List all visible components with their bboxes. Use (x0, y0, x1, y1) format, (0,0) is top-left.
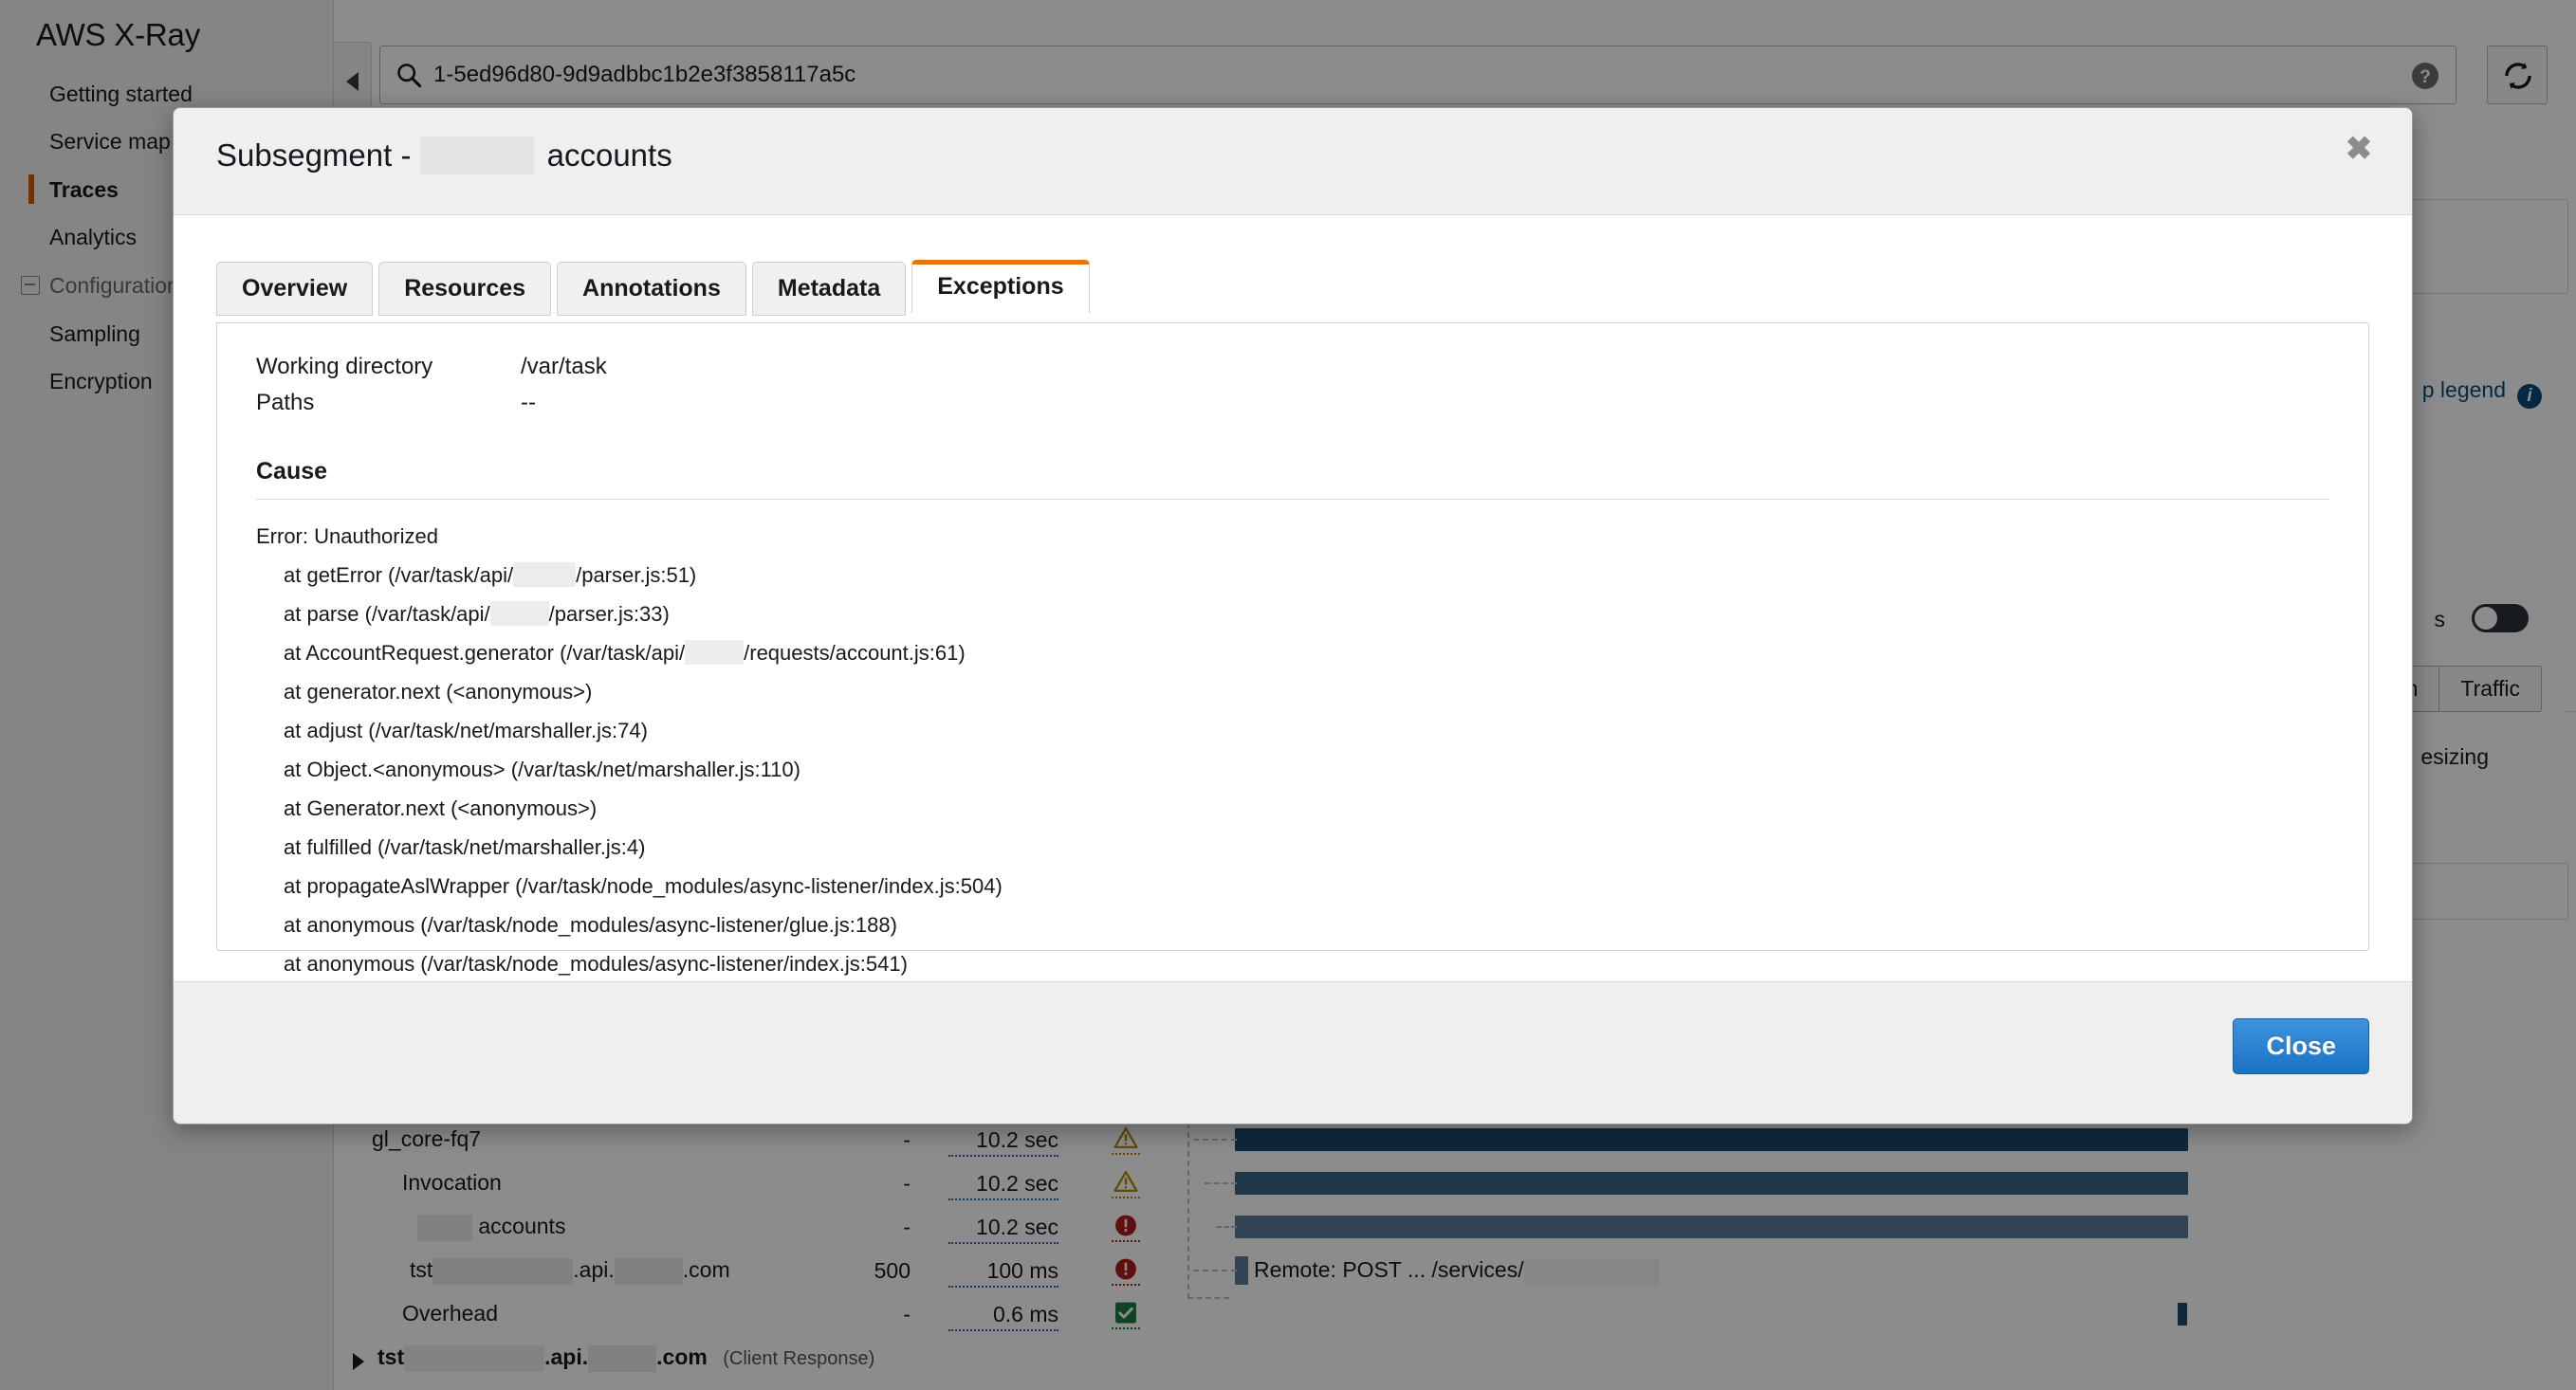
subsegment-detail-modal: Subsegment - accounts ✖ Overview Resourc… (173, 107, 2413, 1125)
stack-line: at anonymous (/var/task/node_modules/asy… (284, 952, 908, 976)
stack-line: at propagateAslWrapper (/var/task/node_m… (284, 874, 1003, 898)
redacted-block (489, 601, 549, 626)
field-value: -- (521, 390, 536, 415)
modal-footer: Close (174, 981, 2412, 1124)
tab-exceptions[interactable]: Exceptions (911, 260, 1090, 314)
stack-line-tail: /parser.js:51) (576, 563, 697, 587)
field-paths: Paths -- (217, 390, 2368, 426)
stack-line: at adjust (/var/task/net/marshaller.js:7… (284, 719, 648, 742)
redacted-block (513, 562, 577, 587)
field-value: /var/task (521, 354, 607, 379)
modal-title-suffix: accounts (546, 137, 672, 173)
exceptions-panel: Working directory /var/task Paths -- Cau… (216, 322, 2369, 1053)
stack-line: at generator.next (<anonymous>) (284, 680, 593, 704)
redacted-block (419, 137, 534, 174)
close-icon[interactable]: ✖ (2342, 133, 2376, 167)
stack-line-tail: /requests/account.js:61) (744, 641, 966, 665)
modal-body: Overview Resources Annotations Metadata … (174, 215, 2412, 1053)
cause-heading: Cause (256, 458, 328, 485)
stack-trace: Error: Unauthorized at getError (/var/ta… (217, 517, 2368, 1061)
tab-metadata[interactable]: Metadata (751, 262, 907, 316)
stack-line: at anonymous (/var/task/node_modules/asy… (284, 913, 897, 937)
close-button[interactable]: Close (2233, 1018, 2369, 1074)
stack-line: at fulfilled (/var/task/net/marshaller.j… (284, 835, 646, 859)
modal-title: Subsegment - accounts (216, 137, 672, 174)
stack-line-text: at AccountRequest.generator (/var/task/a… (284, 641, 686, 665)
field-label: Working directory (256, 354, 433, 379)
tab-annotations[interactable]: Annotations (557, 262, 746, 316)
stack-line: at Generator.next (<anonymous>) (284, 796, 598, 820)
stack-line: at getError (/var/task/api/ /parser.js:51… (256, 556, 2329, 594)
modal-tabs: Overview Resources Annotations Metadata … (216, 260, 1095, 316)
field-label: Paths (256, 390, 315, 415)
stack-line: at parse (/var/task/api/ /parser.js:33) (256, 594, 2329, 633)
modal-title-prefix: Subsegment - (216, 137, 420, 173)
stack-line: at AccountRequest.generator (/var/task/a… (256, 633, 2329, 672)
exception-fields: Working directory /var/task Paths -- (217, 323, 2368, 426)
tab-overview[interactable]: Overview (216, 262, 374, 316)
stack-line-tail: /parser.js:33) (548, 602, 670, 626)
stack-line-text: at getError (/var/task/api/ (284, 563, 514, 587)
field-working-directory: Working directory /var/task (217, 354, 2368, 390)
modal-header: Subsegment - accounts ✖ (174, 108, 2412, 215)
tab-resources[interactable]: Resources (378, 262, 552, 316)
stack-line: Error: Unauthorized (256, 524, 438, 548)
stack-line-text: at parse (/var/task/api/ (284, 602, 490, 626)
stack-line: at Object.<anonymous> (/var/task/net/mar… (284, 758, 800, 781)
cause-divider (256, 499, 2329, 500)
redacted-block (685, 640, 745, 665)
